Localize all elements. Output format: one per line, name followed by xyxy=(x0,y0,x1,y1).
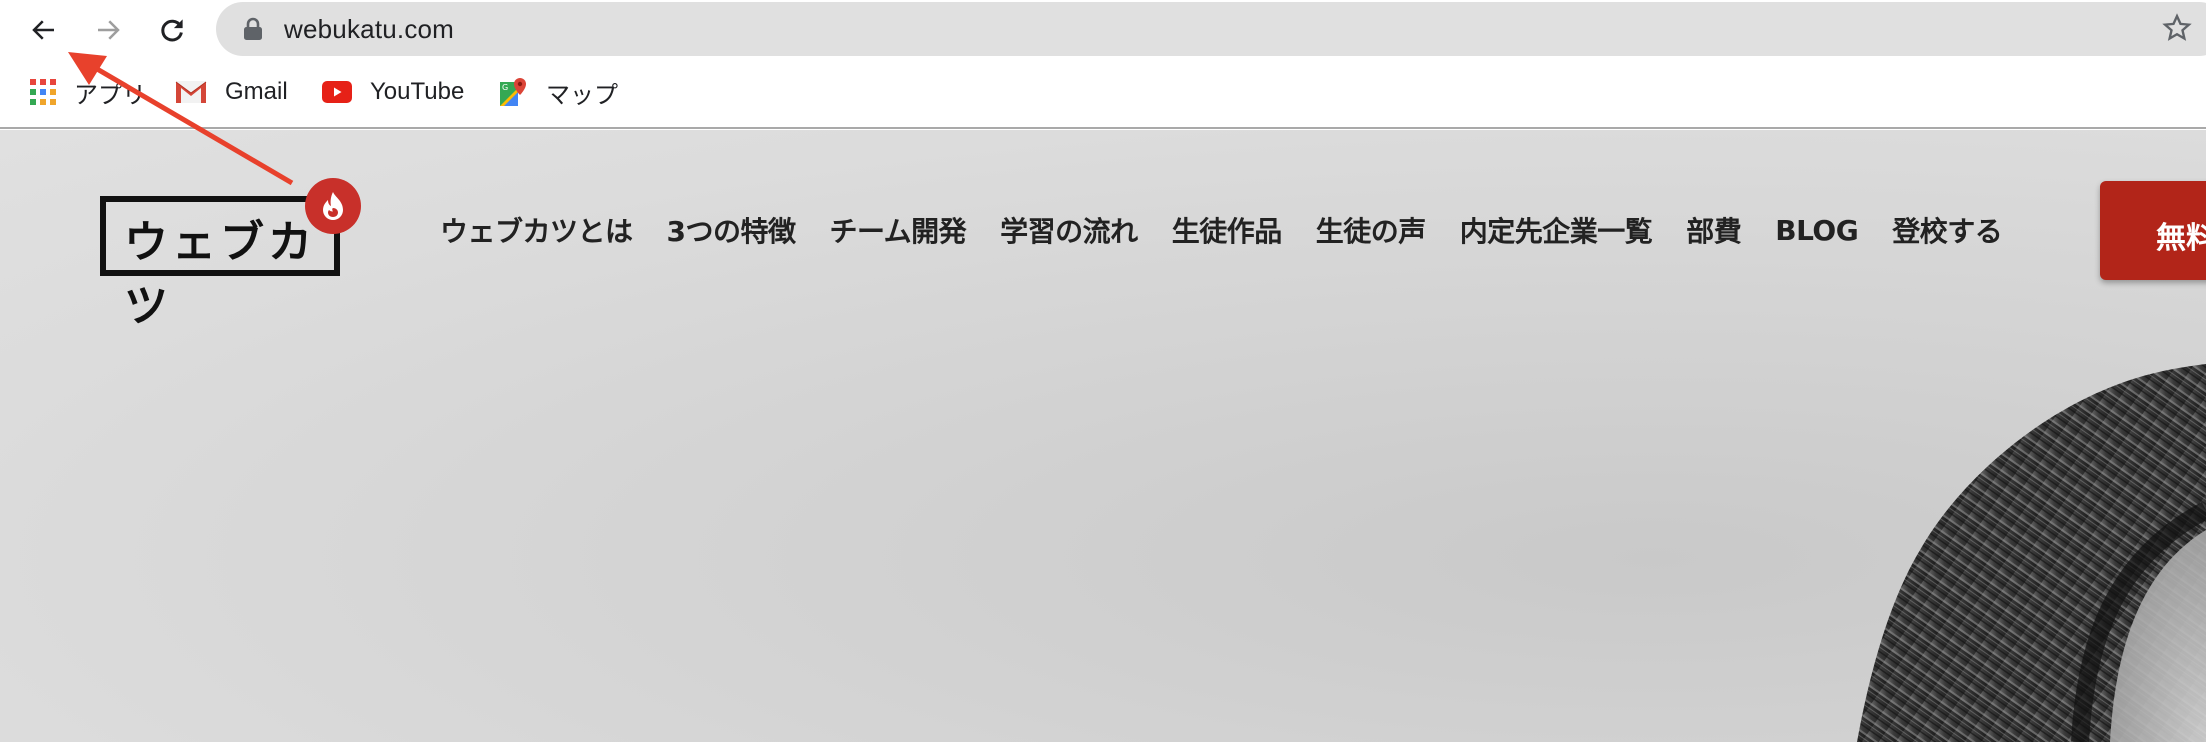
reload-icon xyxy=(161,19,183,42)
bookmark-label: YouTube xyxy=(370,78,465,105)
lock-icon xyxy=(244,17,262,40)
site-logo[interactable]: ウェブカツ xyxy=(100,178,361,332)
nav-about[interactable]: ウェブカツとは xyxy=(440,210,633,250)
bookmark-label: アプリ xyxy=(74,81,146,109)
nav-student-voices[interactable]: 生徒の声 xyxy=(1316,210,1427,250)
apps-grid-icon xyxy=(30,79,56,105)
flame-icon xyxy=(323,192,343,220)
global-nav: ウェブカツとは 3つの特徴 チーム開発 学習の流れ 生徒作品 生徒の声 内定先企… xyxy=(440,210,2003,250)
bookmark-gmail[interactable]: Gmail xyxy=(175,74,288,110)
cta-label: 無料 xyxy=(2156,221,2206,256)
bookmark-label: マップ xyxy=(546,81,618,109)
webpage-viewport: ウェブカツ ウェブカツとは 3つの特徴 チーム開発 学習の流れ 生徒作品 生徒の… xyxy=(0,130,2206,742)
forward-button[interactable] xyxy=(88,10,128,50)
nav-login[interactable]: 登校する xyxy=(1892,210,2003,250)
nav-features[interactable]: 3つの特徴 xyxy=(667,210,796,250)
browser-toolbar: webukatu.com xyxy=(0,0,2206,58)
bookmark-label: Gmail xyxy=(225,78,288,105)
google-maps-icon: G xyxy=(500,78,526,106)
url-text[interactable]: webukatu.com xyxy=(284,14,454,45)
back-button[interactable] xyxy=(24,10,64,50)
flame-badge xyxy=(305,178,361,234)
nav-team-dev[interactable]: チーム開発 xyxy=(830,210,967,250)
gmail-icon xyxy=(175,81,207,103)
svg-text:G: G xyxy=(502,83,508,92)
nav-hiring-companies[interactable]: 内定先企業一覧 xyxy=(1460,210,1653,250)
nav-student-works[interactable]: 生徒作品 xyxy=(1172,210,1283,250)
bookmark-apps[interactable]: アプリ xyxy=(30,74,146,110)
arrow-right-icon xyxy=(98,20,120,40)
nav-learning-flow[interactable]: 学習の流れ xyxy=(1000,210,1138,250)
address-bar[interactable]: webukatu.com xyxy=(216,2,2206,56)
bookmark-star-icon[interactable] xyxy=(2162,13,2192,43)
nav-blog[interactable]: BLOG xyxy=(1775,214,1858,247)
bookmark-youtube[interactable]: YouTube xyxy=(322,74,464,110)
arrow-left-icon xyxy=(32,20,54,40)
logo-text: ウェブカツ xyxy=(124,217,316,332)
reload-button[interactable] xyxy=(152,10,192,50)
nav-fees[interactable]: 部費 xyxy=(1686,210,1742,250)
youtube-icon xyxy=(322,81,352,103)
bookmarks-bar: アプリ Gmail YouTube G マップ xyxy=(0,58,2206,129)
bookmark-maps[interactable]: G マップ xyxy=(498,74,618,110)
free-trial-button[interactable]: 無料 xyxy=(2100,181,2206,280)
